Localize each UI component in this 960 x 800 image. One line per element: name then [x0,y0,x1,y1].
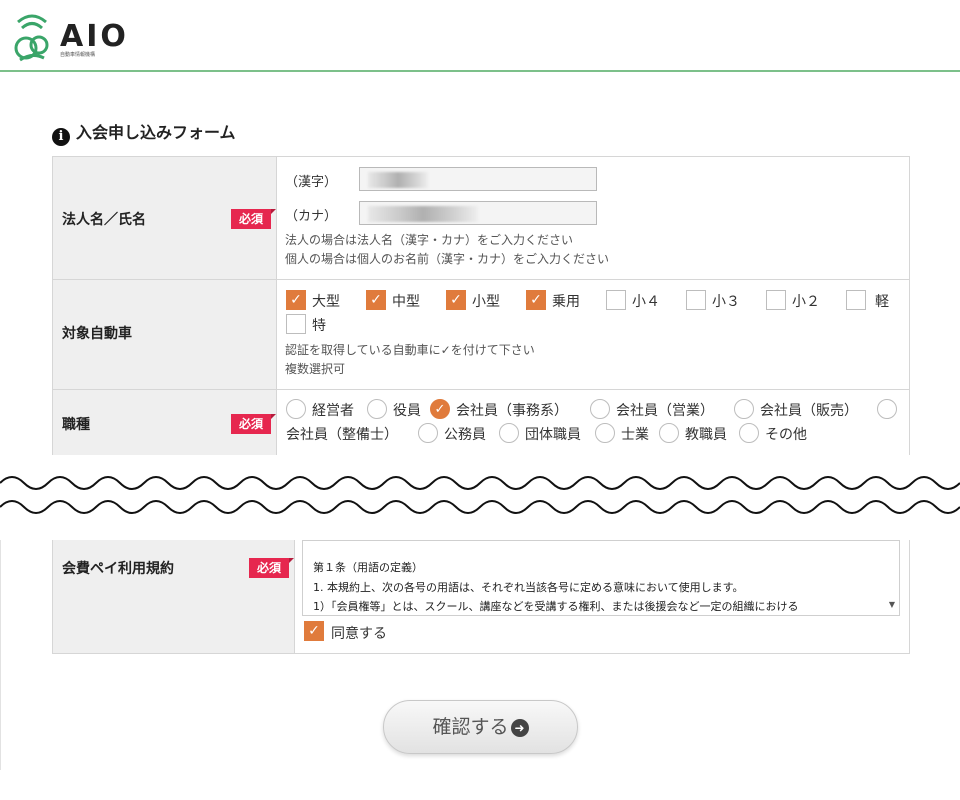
registration-form-table: 法人名／氏名 必須 （漢字） （カナ） 法人の場合は法人名（漢字・カナ）をご入力… [52,156,910,457]
confirm-button[interactable]: 確認する ➜ [383,700,578,754]
terms-line: 1. 本規約上、次の各号の用語は、それぞれ当該各号に定める意味において使用します… [313,581,744,594]
vehicle-checkbox-small[interactable]: ✓ [446,290,466,310]
name-note-individual: 個人の場合は個人のお名前（漢字・カナ）をご入力ください [285,252,610,266]
job-radio-licensed[interactable] [595,423,615,443]
terms-row-label: 会費ペイ利用規約 [62,561,174,577]
terms-line: 1）「会員権等」とは、スクール、講座などを受講する権利、または後援会など一定の組… [313,600,799,613]
scroll-down-icon[interactable]: ▼ [889,600,895,609]
vehicle-option-label: 大型 [312,294,340,310]
job-option-label: 経営者 [312,403,354,419]
terms-line: 第１条（用語の定義） [313,561,423,574]
name-row: 法人名／氏名 必須 （漢字） （カナ） 法人の場合は法人名（漢字・カナ）をご入力… [52,156,910,280]
vehicle-checkbox-small4[interactable] [606,290,626,310]
vehicle-checkbox-small2[interactable] [766,290,786,310]
logo[interactable] [12,12,56,68]
vehicle-option-label: 特 [312,318,326,334]
vehicle-row-label: 対象自動車 [62,326,132,342]
job-option-label: 士業 [621,427,649,443]
job-radio-executive[interactable] [286,399,306,419]
job-option-label: 会社員（整備士） [286,427,398,443]
agree-label: 同意する [331,626,387,642]
vehicle-row-body: ✓ 大型 ✓ 中型 ✓ 小型 ✓ 乗用 小４ 小３ 小２ 軽 特 認証を取得して… [276,279,910,390]
vehicle-option-label: 小３ [712,294,740,310]
job-option-label: 団体職員 [525,427,581,443]
job-radio-sales[interactable] [590,399,610,419]
required-badge: 必須 [249,558,294,578]
job-radio-retail[interactable] [734,399,754,419]
redacted-value [368,172,428,188]
terms-textarea[interactable]: 第１条（用語の定義） 1. 本規約上、次の各号の用語は、それぞれ当該各号に定める… [302,540,900,616]
job-radio-mechanic[interactable] [877,399,897,419]
page-edge [0,540,1,770]
required-badge: 必須 [231,209,276,229]
name-kana-input[interactable] [359,201,597,225]
job-radio-organization[interactable] [499,423,519,443]
job-row-label: 職種 [62,417,90,433]
name-row-label: 法人名／氏名 [62,212,146,228]
required-badge: 必須 [231,414,276,434]
vehicle-checkbox-kei[interactable] [846,290,866,310]
name-row-body: （漢字） （カナ） 法人の場合は法人名（漢字・カナ）をご入力ください 個人の場合… [276,156,910,280]
vehicle-option-label: 軽 [875,294,889,310]
job-option-label: 教職員 [685,427,727,443]
arrow-right-circle-icon: ➜ [510,719,529,737]
kanji-label: （漢字） [285,175,338,190]
job-option-label: 会社員（販売） [760,403,858,419]
redacted-value [368,206,478,222]
job-option-label: 役員 [393,403,421,419]
job-option-label: その他 [765,427,807,443]
site-header: AIO 自動車情報機構 [0,0,960,72]
vehicle-row-header: 対象自動車 [52,279,277,390]
job-radio-teacher[interactable] [659,423,679,443]
job-option-label: 公務員 [444,427,486,443]
vehicle-checkbox-medium[interactable]: ✓ [366,290,386,310]
name-row-header: 法人名／氏名 必須 [52,156,277,280]
name-note-corporate: 法人の場合は法人名（漢字・カナ）をご入力ください [285,233,574,247]
kana-label: （カナ） [285,209,338,224]
job-option-label: 会社員（事務系） [456,403,568,419]
logo-subtext: 自動車情報機構 [60,52,96,58]
job-row-body: 経営者 役員 ✓ 会社員（事務系） 会社員（営業） 会社員（販売） 会社員（整備… [276,389,910,457]
job-radio-office-worker[interactable]: ✓ [430,399,450,419]
confirm-button-label: 確認する [432,716,509,738]
vehicle-checkbox-small3[interactable] [686,290,706,310]
agree-checkbox[interactable]: ✓ [304,621,324,641]
vehicle-checkbox-passenger[interactable]: ✓ [526,290,546,310]
job-row: 職種 必須 経営者 役員 ✓ 会社員（事務系） 会社員（営業） 会社員（販売） … [52,389,910,457]
vehicle-checkbox-large[interactable]: ✓ [286,290,306,310]
vehicle-checkbox-special[interactable] [286,314,306,334]
job-row-header: 職種 必須 [52,389,277,457]
form-title-text: 入会申し込みフォーム [76,123,236,142]
vehicle-note: 認証を取得している自動車に✓を付けて下さい [285,343,535,357]
job-radio-officer[interactable] [367,399,387,419]
page-break-wave [0,455,960,543]
vehicle-option-label: 乗用 [552,294,580,310]
job-radio-civil-servant[interactable] [418,423,438,443]
name-kanji-input[interactable] [359,167,597,191]
logo-text: AIO [60,19,129,54]
vehicle-option-label: 小４ [632,294,660,310]
vehicle-row: 対象自動車 ✓ 大型 ✓ 中型 ✓ 小型 ✓ 乗用 小４ 小３ 小２ 軽 特 認… [52,279,910,390]
logo-mark-icon [14,14,49,62]
info-icon: i [52,128,70,146]
vehicle-note-multiple: 複数選択可 [285,362,346,376]
vehicle-option-label: 小２ [792,294,820,310]
job-radio-other[interactable] [739,423,759,443]
vehicle-option-label: 小型 [472,294,500,310]
form-title: i 入会申し込みフォーム [52,119,236,146]
job-option-label: 会社員（営業） [616,403,714,419]
wave-divider-icon [0,476,960,514]
terms-row-header: 会費ペイ利用規約 必須 [52,540,295,654]
vehicle-option-label: 中型 [392,294,420,310]
